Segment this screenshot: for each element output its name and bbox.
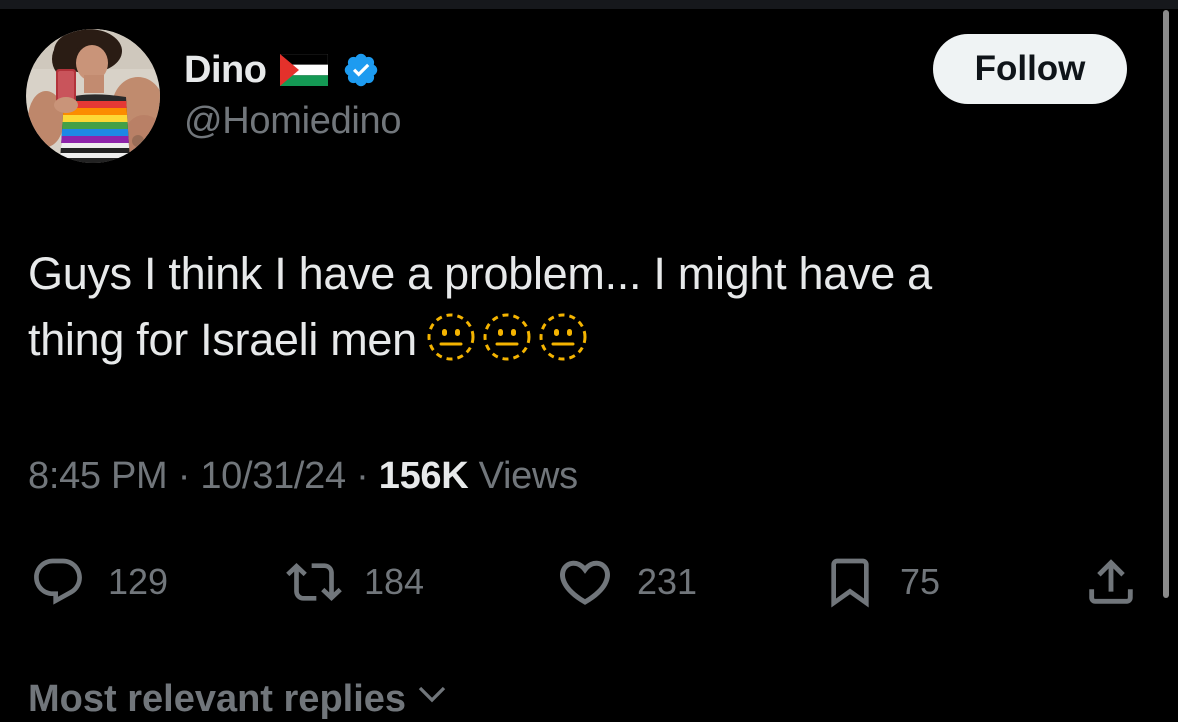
tweet-meta: 8:45 PM · 10/31/24 · 156K Views (28, 455, 578, 498)
tweet-action-bar: 129 184 231 75 (0, 552, 1178, 612)
tweet-text-line-2: thing for Israeli men (28, 307, 1108, 381)
replies-sort-label: Most relevant replies (28, 677, 407, 720)
meta-separator: · (356, 455, 369, 497)
repost-icon (286, 554, 342, 610)
reply-count: 129 (108, 561, 169, 602)
chevron-down-icon (414, 676, 450, 722)
dotted-line-face-emoji-icon (425, 311, 477, 381)
repost-count: 184 (364, 561, 425, 602)
palestine-flag-icon (280, 54, 329, 86)
emoji-group (425, 311, 589, 381)
bookmark-count: 75 (900, 561, 941, 602)
tweet-text: Guys I think I have a problem... I might… (28, 241, 1108, 381)
share-icon (1082, 553, 1140, 611)
tweet-date[interactable]: 10/31/24 (200, 455, 346, 497)
scrollbar-thumb[interactable] (1163, 10, 1169, 598)
tweet-text-line-1: Guys I think I have a problem... I might… (28, 248, 932, 299)
replies-sort-dropdown[interactable]: Most relevant replies (28, 676, 450, 722)
dotted-line-face-emoji-icon (537, 311, 589, 381)
repost-button[interactable]: 184 (286, 552, 424, 612)
heart-icon (555, 552, 615, 612)
avatar[interactable] (26, 29, 160, 163)
like-button[interactable]: 231 (555, 552, 697, 612)
like-count: 231 (637, 561, 698, 602)
tweet-time[interactable]: 8:45 PM (28, 455, 168, 497)
follow-button[interactable]: Follow (933, 34, 1127, 104)
top-edge-bar (0, 0, 1178, 9)
reply-button[interactable]: 129 (30, 552, 168, 612)
reply-icon (30, 554, 86, 610)
bookmark-icon (822, 554, 878, 610)
author-display-name[interactable]: Dino (184, 49, 267, 92)
views-label: Views (478, 455, 578, 497)
share-button[interactable] (1082, 552, 1140, 612)
verified-badge-icon[interactable] (342, 51, 380, 89)
author-handle[interactable]: @Homiedino (184, 100, 402, 143)
scrollbar[interactable] (1162, 10, 1170, 598)
author-name-row: Dino (184, 46, 380, 94)
views-count: 156K (378, 455, 469, 497)
avatar-image (26, 29, 160, 163)
tweet-text-line-2-text: thing for Israeli men (28, 314, 417, 365)
dotted-line-face-emoji-icon (481, 311, 533, 381)
bookmark-button[interactable]: 75 (822, 552, 940, 612)
meta-separator: · (177, 455, 191, 497)
